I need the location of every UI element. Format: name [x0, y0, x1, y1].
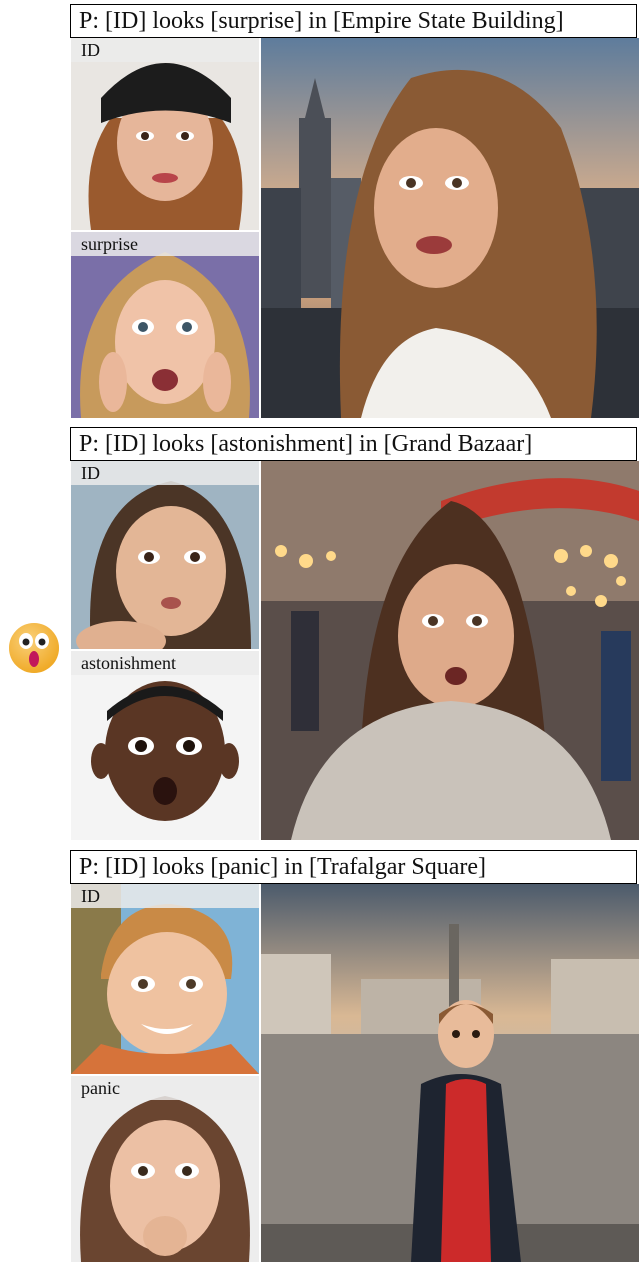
example-1: P: [ID] looks [surprise] in [Empire Stat… — [70, 4, 639, 418]
expression-reference-image: astonishment — [71, 651, 259, 840]
id-label: ID — [71, 461, 259, 485]
astonished-face-icon — [8, 622, 60, 674]
generated-image — [261, 38, 639, 418]
generated-image — [261, 461, 639, 840]
id-label: ID — [71, 38, 259, 62]
generated-image — [261, 884, 639, 1262]
id-reference-image: ID — [71, 461, 259, 649]
prompt-text: P: [ID] looks [surprise] in [Empire Stat… — [70, 4, 637, 38]
expression-reference-image: surprise — [71, 232, 259, 418]
expression-label: surprise — [71, 232, 259, 256]
prompt-text: P: [ID] looks [astonishment] in [Grand B… — [70, 427, 637, 461]
id-reference-image: ID — [71, 884, 259, 1074]
id-reference-image: ID — [71, 38, 259, 230]
expression-reference-image: panic — [71, 1076, 259, 1262]
expression-label: panic — [71, 1076, 259, 1100]
expression-label: astonishment — [71, 651, 259, 675]
prompt-text: P: [ID] looks [panic] in [Trafalgar Squa… — [70, 850, 637, 884]
example-2: P: [ID] looks [astonishment] in [Grand B… — [70, 427, 639, 840]
example-3: P: [ID] looks [panic] in [Trafalgar Squa… — [70, 850, 639, 1262]
id-label: ID — [71, 884, 259, 908]
